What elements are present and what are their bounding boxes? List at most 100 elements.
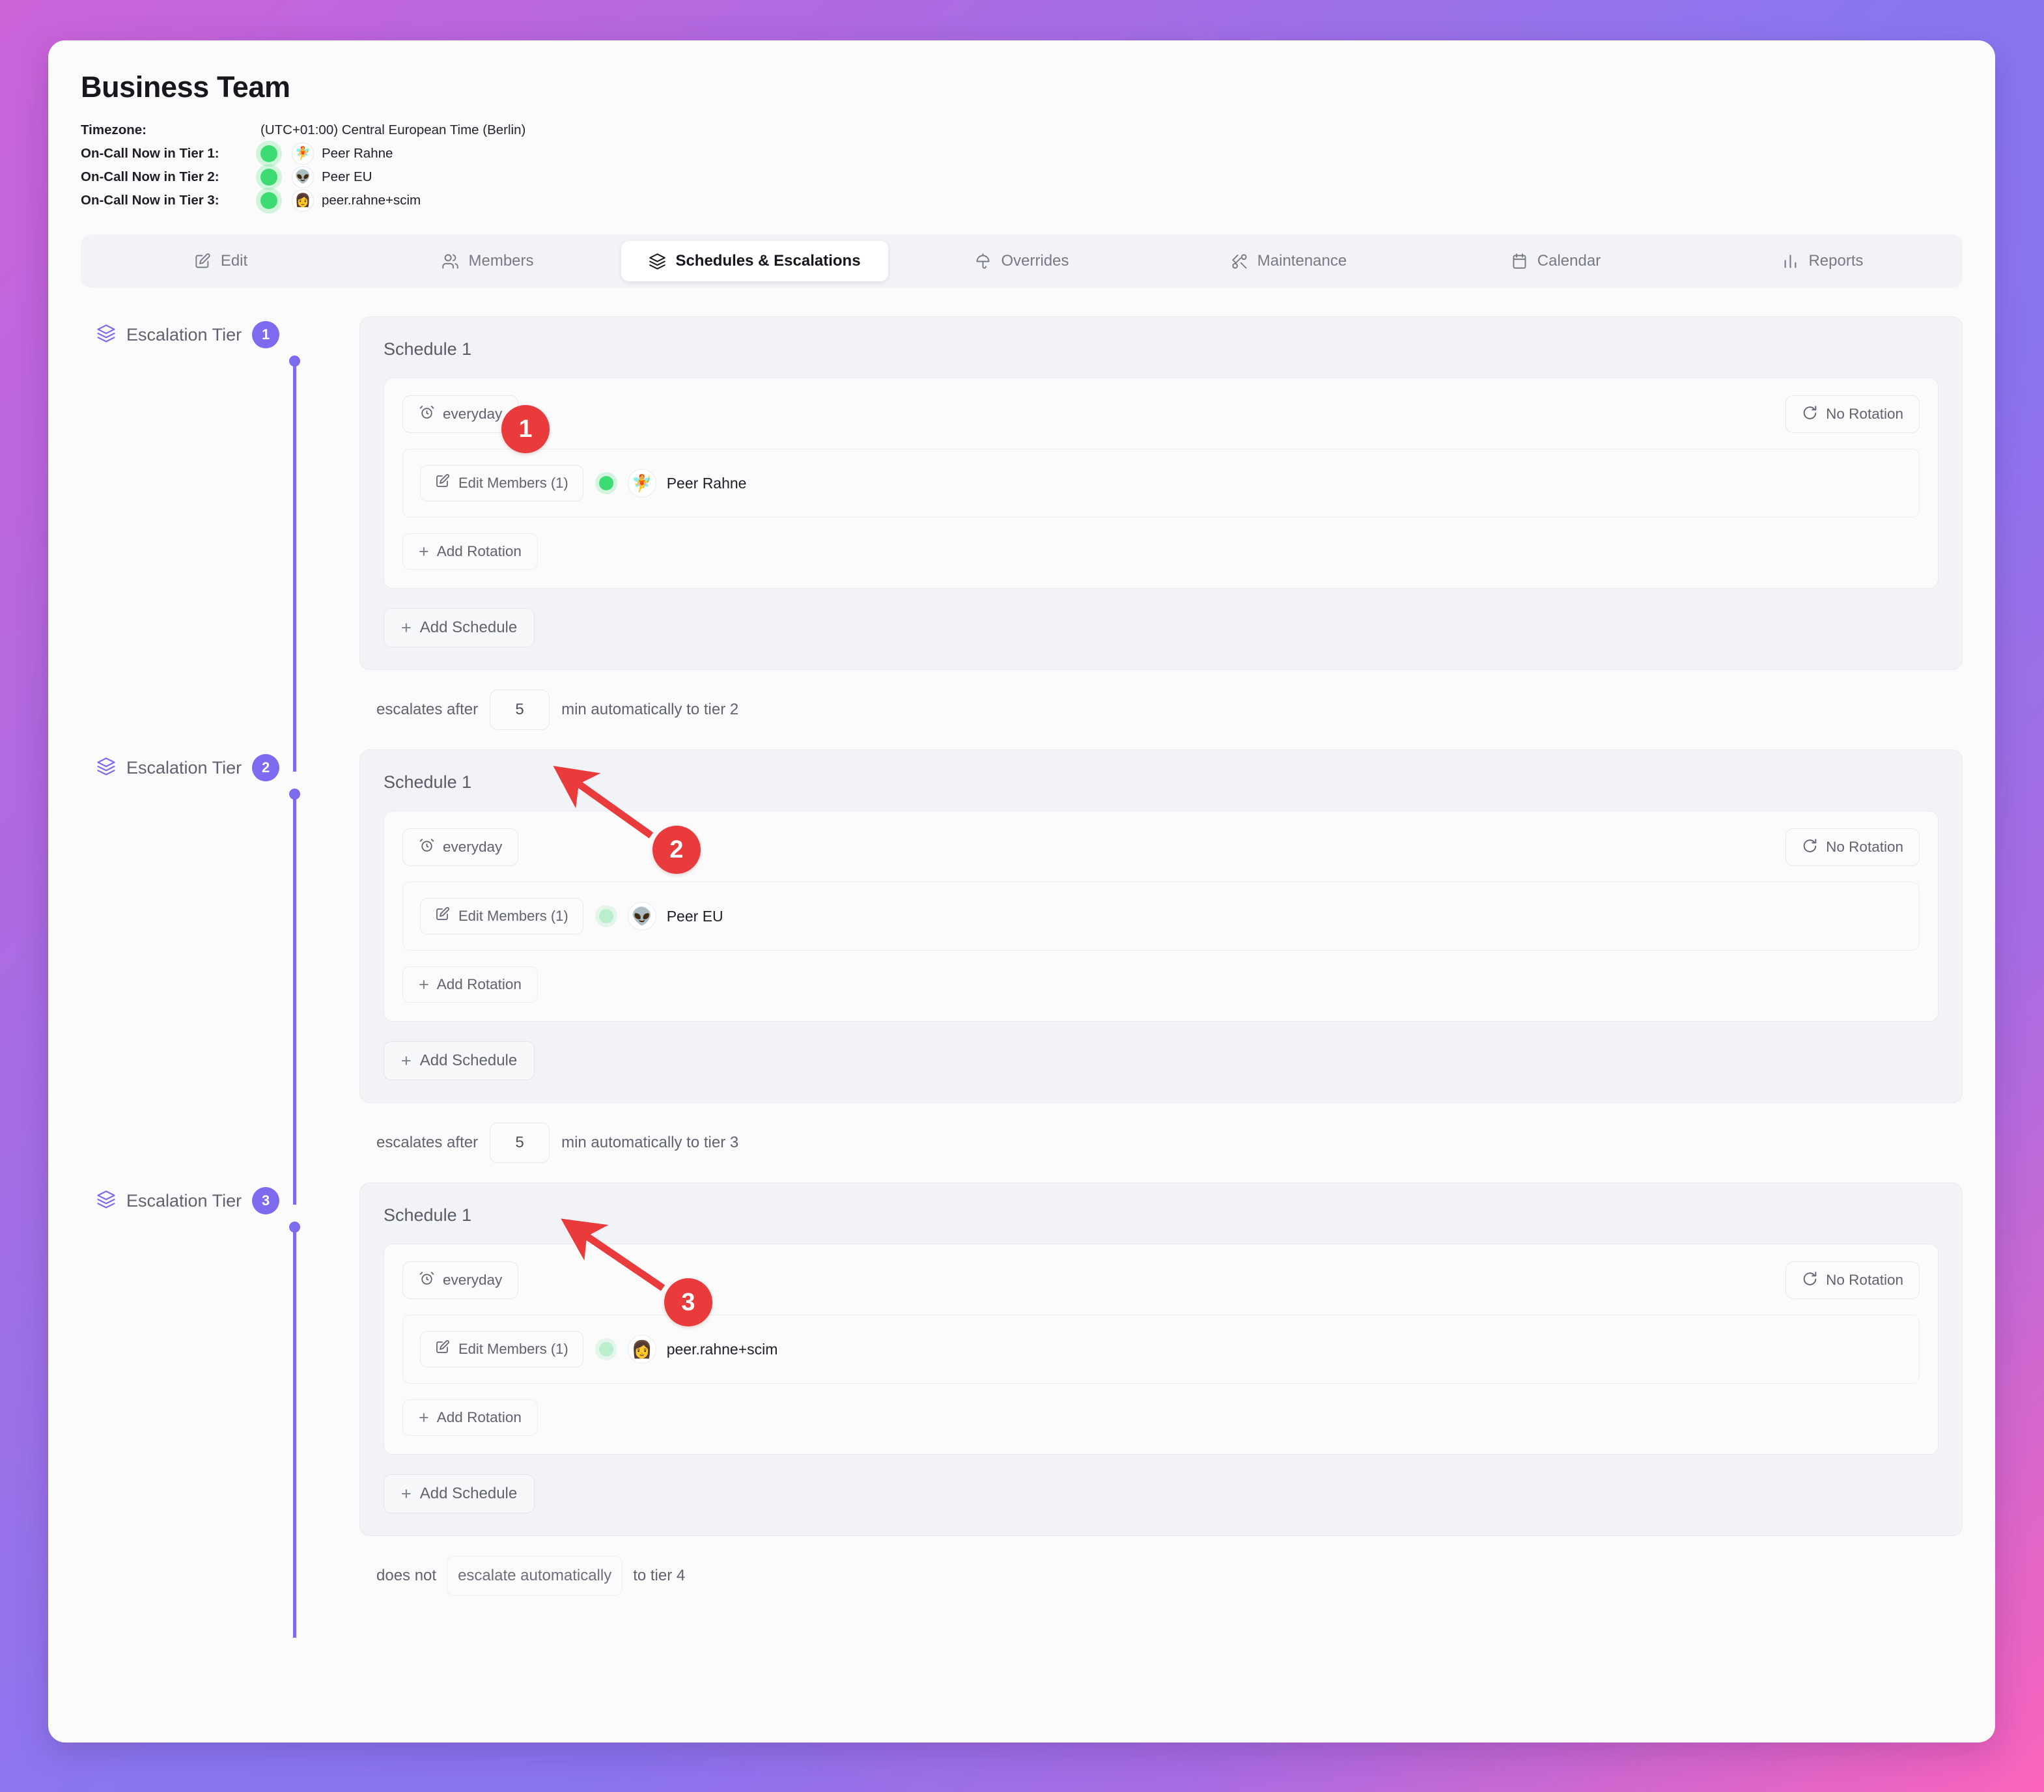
oncall-row-tier3: On-Call Now in Tier 3: 👩 peer.rahne+scim xyxy=(81,189,1995,212)
add-rotation-button[interactable]: + Add Rotation xyxy=(402,966,538,1003)
rotation-schedule-chip[interactable]: everyday xyxy=(402,828,519,866)
edit-members-label: Edit Members (1) xyxy=(458,908,568,924)
plus-icon: + xyxy=(419,1407,429,1427)
tab-calendar[interactable]: Calendar xyxy=(1422,241,1689,281)
escalation-suffix: min automatically to tier 3 xyxy=(561,1134,739,1151)
member-status-dot-icon xyxy=(598,476,613,490)
tier-body: Schedule 1 everyday No Rotation Edit Mem… xyxy=(359,1183,1963,1616)
escalation-prefix: does not xyxy=(376,1567,437,1584)
edit-members-button[interactable]: Edit Members (1) xyxy=(420,1331,583,1367)
rotation-mode-button[interactable]: No Rotation xyxy=(1785,1261,1920,1299)
escalation-tier-3: Escalation Tier 3 Schedule 1 everyday No… xyxy=(81,1183,1963,1638)
add-schedule-label: Add Schedule xyxy=(419,619,518,636)
escalation-tier-list: Escalation Tier 1 Schedule 1 everyday No… xyxy=(48,288,1995,1638)
edit-members-label: Edit Members (1) xyxy=(458,1341,568,1357)
oncall-row-tier2: On-Call Now in Tier 2: 👽 Peer EU xyxy=(81,165,1995,189)
rotation-header: everyday No Rotation xyxy=(402,828,1920,866)
member-avatar: 🧚 xyxy=(627,469,656,497)
rotation-mode-button[interactable]: No Rotation xyxy=(1785,828,1920,866)
members-icon xyxy=(441,253,459,270)
rotation-mode-button[interactable]: No Rotation xyxy=(1785,395,1920,433)
schedule-title: Schedule 1 xyxy=(384,339,472,359)
tier-header: Escalation Tier 2 xyxy=(81,749,359,786)
member-name: Peer EU xyxy=(666,907,723,925)
tab-maintenance[interactable]: Maintenance xyxy=(1155,241,1422,281)
alarm-clock-icon xyxy=(419,1270,435,1291)
escalation-rule-row: does not escalate automatically to tier … xyxy=(359,1536,1963,1616)
layers-icon xyxy=(96,1190,116,1212)
umbrella-icon xyxy=(974,253,992,270)
refresh-icon xyxy=(1802,404,1818,425)
escalation-minutes-input[interactable] xyxy=(490,1123,550,1163)
rail-line xyxy=(293,359,296,772)
tier-label: Escalation Tier xyxy=(126,757,242,777)
tab-overrides[interactable]: Overrides xyxy=(888,241,1155,281)
oncall-name: Peer EU xyxy=(322,169,372,184)
escalation-mode-select[interactable]: escalate automatically xyxy=(447,1556,623,1596)
avatar: 👽 xyxy=(292,166,314,188)
oncall-row-tier1: On-Call Now in Tier 1: 🧚 Peer Rahne xyxy=(81,142,1995,165)
page-header: Business Team Timezone: (UTC+01:00) Cent… xyxy=(48,40,1995,212)
tab-label: Members xyxy=(468,252,534,270)
layers-icon xyxy=(649,253,666,270)
avatar: 🧚 xyxy=(292,143,314,165)
rotation-mode-label: No Rotation xyxy=(1826,1272,1903,1288)
timezone-row: Timezone: (UTC+01:00) Central European T… xyxy=(81,119,1995,142)
tab-members[interactable]: Members xyxy=(354,241,621,281)
escalation-suffix: to tier 4 xyxy=(633,1567,686,1584)
add-schedule-button[interactable]: + Add Schedule xyxy=(384,1041,535,1080)
tab-label: Reports xyxy=(1808,252,1864,270)
bar-chart-icon xyxy=(1782,253,1799,270)
rotation-members-row: Edit Members (1) 👽 Peer EU xyxy=(402,882,1920,951)
rotation-schedule-chip[interactable]: everyday xyxy=(402,1261,519,1299)
tier-label: Escalation Tier xyxy=(126,1190,242,1211)
escalation-minutes-input[interactable] xyxy=(490,690,550,730)
tier-body: Schedule 1 everyday No Rotation Edit Mem… xyxy=(359,316,1963,749)
rail-line xyxy=(293,1225,296,1638)
escalation-rule-row: escalates after min automatically to tie… xyxy=(359,670,1963,749)
tab-label: Overrides xyxy=(1001,252,1069,270)
plus-icon: + xyxy=(419,974,429,994)
rotation-schedule-chip[interactable]: everyday xyxy=(402,395,519,433)
oncall-name: Peer Rahne xyxy=(322,146,393,161)
tab-edit[interactable]: Edit xyxy=(87,241,354,281)
member-status-dot-icon xyxy=(598,1342,613,1356)
rotation-chip-label: everyday xyxy=(443,1272,503,1288)
member-avatar: 👽 xyxy=(627,902,656,931)
page-title: Business Team xyxy=(81,70,290,104)
tab-reports[interactable]: Reports xyxy=(1689,241,1956,281)
plus-icon: + xyxy=(401,617,412,637)
rotation-members-row: Edit Members (1) 🧚 Peer Rahne xyxy=(402,449,1920,518)
escalation-suffix: min automatically to tier 2 xyxy=(561,701,739,718)
oncall-name: peer.rahne+scim xyxy=(322,193,421,208)
team-detail-card: Business Team Timezone: (UTC+01:00) Cent… xyxy=(48,40,1995,1743)
avatar: 👩 xyxy=(292,189,314,212)
tier-number-badge: 3 xyxy=(252,1187,280,1214)
oncall-label: On-Call Now in Tier 2: xyxy=(81,169,219,184)
team-meta: Timezone: (UTC+01:00) Central European T… xyxy=(81,119,1995,212)
layers-icon xyxy=(96,757,116,779)
member-status-dot-icon xyxy=(598,909,613,923)
add-schedule-label: Add Schedule xyxy=(419,1485,518,1502)
edit-members-button[interactable]: Edit Members (1) xyxy=(420,465,583,501)
member-name: Peer Rahne xyxy=(666,474,747,492)
tier-number-badge: 1 xyxy=(252,321,280,348)
add-schedule-button[interactable]: + Add Schedule xyxy=(384,608,535,647)
tab-schedules-escalations[interactable]: Schedules & Escalations xyxy=(621,241,888,281)
escalation-tier-1: Escalation Tier 1 Schedule 1 everyday No… xyxy=(81,316,1963,772)
add-rotation-button[interactable]: + Add Rotation xyxy=(402,1399,538,1436)
status-dot-icon xyxy=(260,169,277,186)
rotation-card: everyday No Rotation xyxy=(384,1244,1939,1455)
edit-members-button[interactable]: Edit Members (1) xyxy=(420,898,583,934)
tab-label: Calendar xyxy=(1537,252,1601,270)
wrench-icon xyxy=(1231,253,1248,270)
status-dot-icon xyxy=(260,192,277,209)
add-schedule-button[interactable]: + Add Schedule xyxy=(384,1474,535,1513)
tier-header: Escalation Tier 1 xyxy=(81,316,359,353)
plus-icon: + xyxy=(401,1483,412,1504)
tier-header: Escalation Tier 3 xyxy=(81,1183,359,1219)
refresh-icon xyxy=(1802,837,1818,858)
schedule-panel: Schedule 1 everyday No Rotation Edit Mem… xyxy=(359,316,1963,670)
add-rotation-button[interactable]: + Add Rotation xyxy=(402,533,538,570)
calendar-icon xyxy=(1511,253,1528,270)
